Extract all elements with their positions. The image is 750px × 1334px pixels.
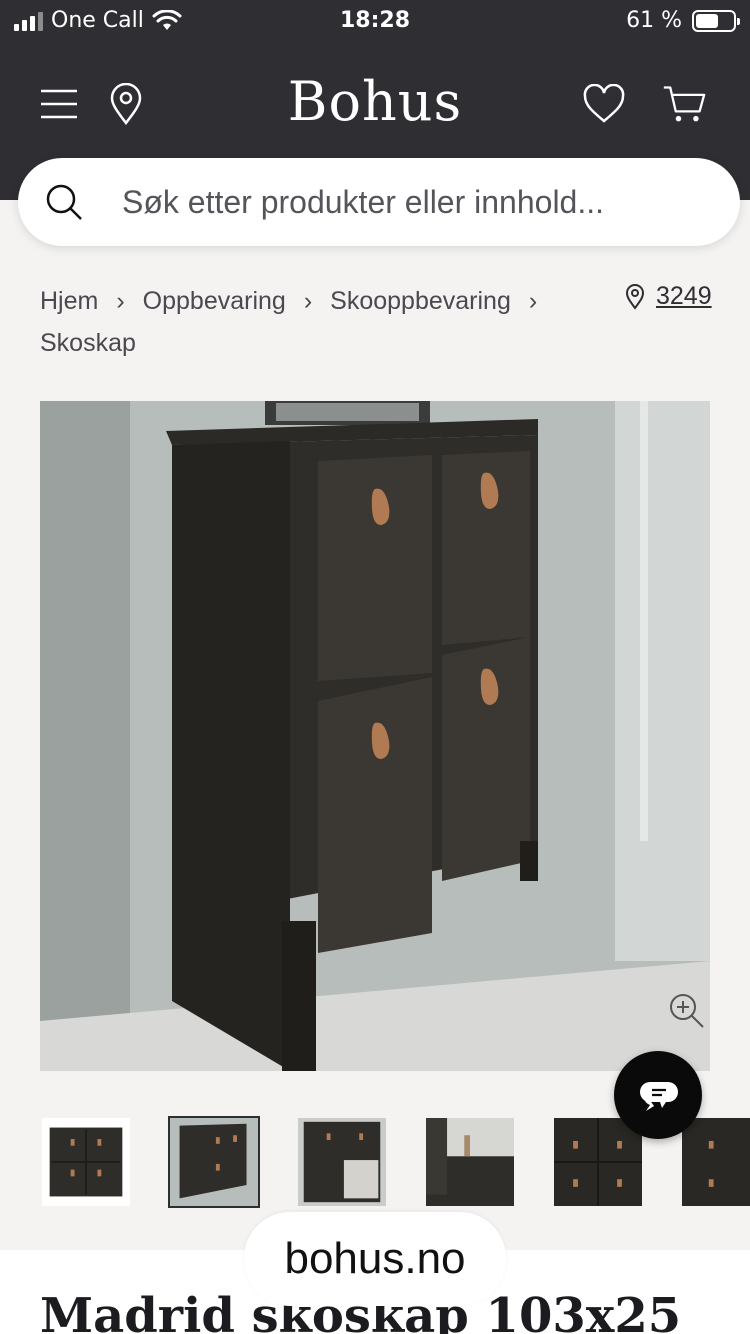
location-pin-icon <box>625 283 645 310</box>
chevron-right-icon: › <box>116 287 125 315</box>
browser-url-pill[interactable]: bohus.no <box>244 1212 506 1306</box>
chevron-right-icon: › <box>528 287 538 315</box>
store-number-link[interactable]: 3249 <box>656 282 712 311</box>
chevron-right-icon: › <box>303 287 313 315</box>
chat-button[interactable] <box>614 1051 702 1139</box>
thumbnail-item[interactable] <box>424 1116 516 1208</box>
heart-icon[interactable] <box>582 82 626 126</box>
search-input[interactable] <box>122 183 722 221</box>
battery-icon <box>692 9 740 32</box>
status-right: 61 % <box>626 8 740 33</box>
shoe-cabinet-photo <box>40 401 710 1071</box>
search-bar[interactable] <box>18 158 740 246</box>
thumbnail-item[interactable] <box>680 1116 750 1208</box>
breadcrumb-item-shoe-cabinet[interactable]: Skoskap <box>40 322 136 364</box>
store-selector[interactable]: 3249 <box>624 282 712 311</box>
cart-icon[interactable] <box>662 82 706 126</box>
thumbnail-item[interactable] <box>168 1116 260 1208</box>
thumbnail-item[interactable] <box>40 1116 132 1208</box>
breadcrumb-item-shoe-storage[interactable]: Skooppbevaring <box>330 280 511 322</box>
zoom-in-icon[interactable] <box>666 990 706 1030</box>
battery-percent: 61 % <box>626 8 682 33</box>
thumbnail-item[interactable] <box>296 1116 388 1208</box>
breadcrumb: Hjem › Oppbevaring › Skooppbevaring › Skoskap <box>40 280 620 364</box>
battery-fill <box>696 13 718 28</box>
product-main-image[interactable] <box>40 401 710 1071</box>
chat-bubbles-icon <box>640 1082 678 1111</box>
search-icon[interactable] <box>44 182 84 222</box>
bohus-logo[interactable]: Bohus <box>0 70 750 133</box>
breadcrumb-item-home[interactable]: Hjem <box>40 280 98 322</box>
breadcrumb-item-storage[interactable]: Oppbevaring <box>143 280 286 322</box>
status-bar: One Call 18:28 61 % <box>0 0 750 42</box>
